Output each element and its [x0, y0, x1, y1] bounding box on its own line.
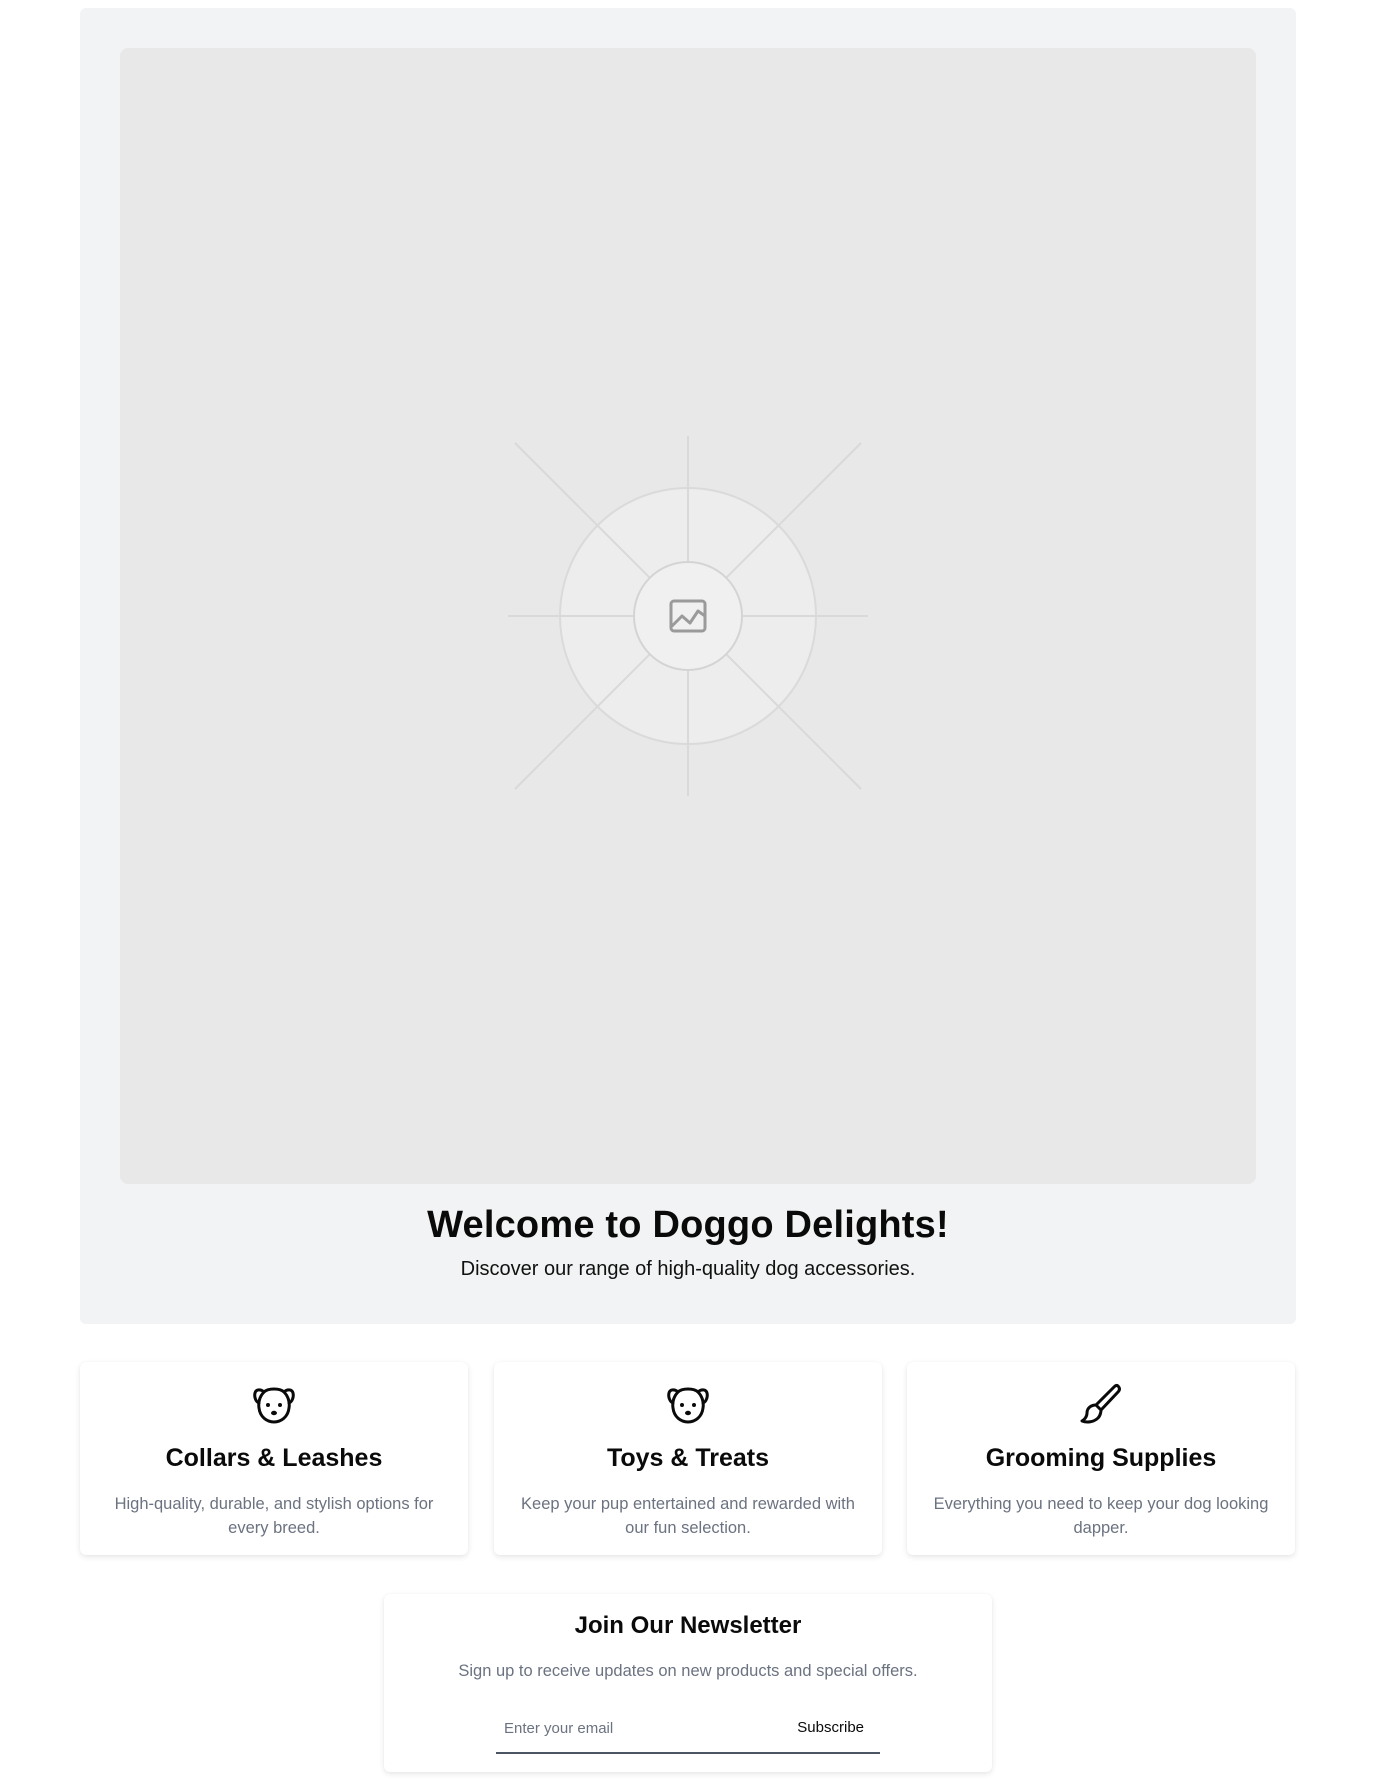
newsletter-description: Sign up to receive updates on new produc…	[458, 1662, 918, 1680]
card-title: Toys & Treats	[606, 1444, 770, 1472]
newsletter-form: Subscribe	[496, 1706, 880, 1754]
image-placeholder-icon	[508, 436, 868, 796]
card-title: Collars & Leashes	[165, 1444, 383, 1472]
subscribe-button[interactable]: Subscribe	[793, 1712, 868, 1742]
newsletter-section: Join Our Newsletter Sign up to receive u…	[384, 1594, 992, 1772]
card-description: Keep your pup entertained and rewarded w…	[521, 1495, 855, 1537]
hero-image	[120, 48, 1256, 1184]
card-title: Grooming Supplies	[985, 1444, 1217, 1472]
card-description: High-quality, durable, and stylish optio…	[114, 1495, 434, 1537]
hero-title: Welcome to Doggo Delights!	[427, 1204, 949, 1246]
page: Welcome to Doggo Delights! Discover our …	[0, 0, 1376, 1782]
dog-icon	[667, 1387, 709, 1424]
email-input[interactable]	[496, 1706, 776, 1750]
category-card-grooming[interactable]: Grooming Supplies Everything you need to…	[907, 1362, 1295, 1555]
dog-icon	[253, 1387, 295, 1424]
hero-subtitle: Discover our range of high-quality dog a…	[460, 1258, 916, 1280]
hero-section: Welcome to Doggo Delights! Discover our …	[80, 8, 1296, 1324]
category-card-collars[interactable]: Collars & Leashes High-quality, durable,…	[80, 1362, 468, 1555]
card-description: Everything you need to keep your dog loo…	[933, 1495, 1269, 1537]
newsletter-title: Join Our Newsletter	[574, 1612, 802, 1639]
category-card-toys[interactable]: Toys & Treats Keep your pup entertained …	[494, 1362, 882, 1555]
brush-icon	[1080, 1383, 1121, 1424]
